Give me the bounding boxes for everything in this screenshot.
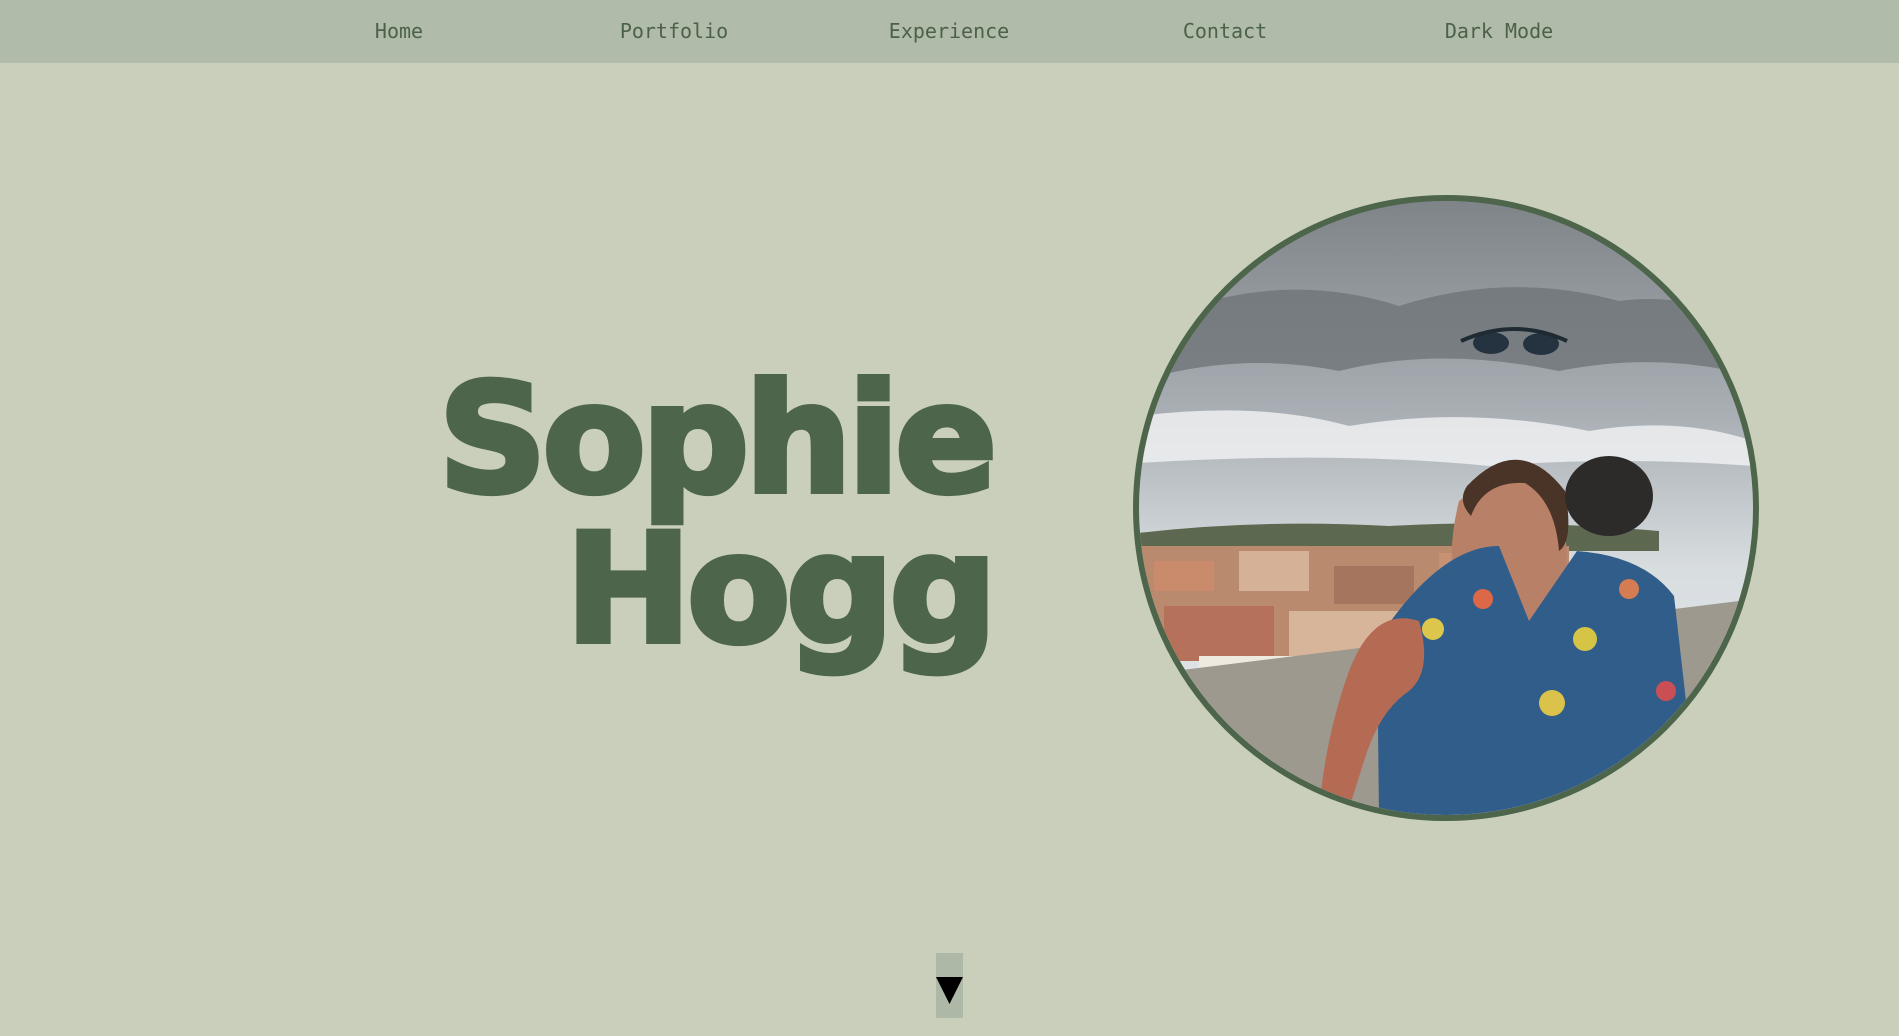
nav-portfolio-link[interactable]: Portfolio: [594, 0, 754, 63]
profile-photo: [1133, 195, 1759, 821]
scroll-down-button[interactable]: [936, 953, 963, 1018]
first-name: Sophie: [436, 353, 1000, 527]
last-name: Hogg: [563, 503, 1000, 677]
nav-experience-link[interactable]: Experience: [869, 0, 1029, 63]
nav-home-link[interactable]: Home: [339, 0, 459, 63]
triangle-down-icon: [936, 977, 963, 1004]
nav-contact-link[interactable]: Contact: [1155, 0, 1295, 63]
profile-photo-image: [1139, 201, 1753, 815]
hero-name: Sophie Hogg: [293, 353, 1000, 677]
top-nav: Home Portfolio Experience Contact Dark M…: [0, 0, 1899, 63]
dark-mode-toggle[interactable]: Dark Mode: [1419, 0, 1579, 63]
